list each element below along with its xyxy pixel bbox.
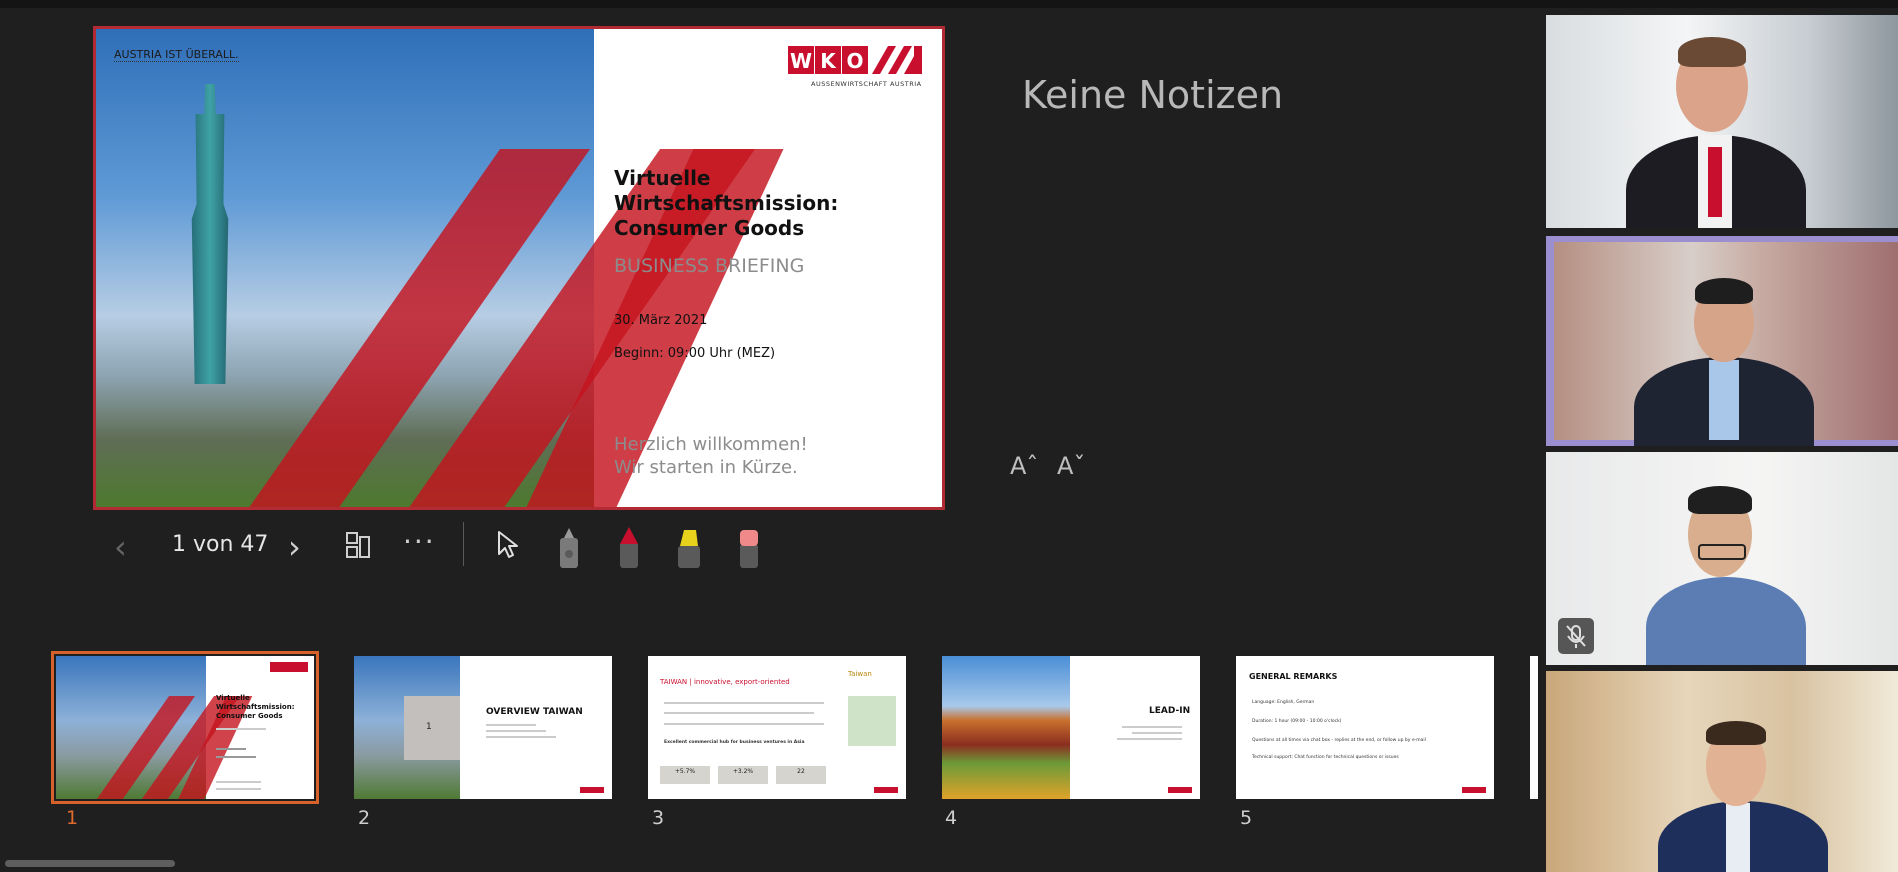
thumbnail-scrollbar[interactable] xyxy=(5,860,175,867)
thumbnail-item: Language: English, German xyxy=(1252,700,1315,705)
slide-title: Virtuelle Wirtschaftsmission: Consumer G… xyxy=(614,166,934,241)
muted-microphone-icon xyxy=(1558,618,1594,654)
notes-title: Keine Notizen xyxy=(1022,73,1284,117)
thumbnail-number: 4 xyxy=(945,807,958,829)
thumbnail-item: Questions at all times via chat box - re… xyxy=(1252,738,1426,743)
taipei-101-tower xyxy=(191,84,229,384)
svg-text:O: O xyxy=(846,49,863,73)
participant-video-3[interactable] xyxy=(1546,452,1898,665)
current-slide: AUSTRIA IST ÜBERALL. W K O AUSSENWIRTSCH… xyxy=(93,26,945,510)
thumbnail-box-number: 1 xyxy=(426,722,432,732)
more-options-icon[interactable]: ··· xyxy=(403,525,436,558)
laser-pointer-icon[interactable] xyxy=(554,526,584,570)
participant-video-2-active-speaker[interactable] xyxy=(1546,236,1898,446)
thumbnail-number: 2 xyxy=(358,807,371,829)
slide-thumbnail-1[interactable]: Virtuelle Wirtschaftsmission: Consumer G… xyxy=(51,651,319,804)
thumbnail-title: Virtuelle Wirtschaftsmission: Consumer G… xyxy=(216,694,295,720)
slide-photo-taipei xyxy=(96,29,784,507)
slide-welcome-text: Herzlich willkommen! Wir starten in Kürz… xyxy=(614,434,808,478)
slide-start-time: Beginn: 09:00 Uhr (MEZ) xyxy=(614,346,776,361)
thumbnail-stat: +3.2% xyxy=(718,766,768,784)
participant-video-1[interactable] xyxy=(1546,15,1898,228)
thumbnail-item: Duration: 1 hour (09:00 - 10:00 o'clock) xyxy=(1252,719,1342,724)
pen-tool-icon[interactable] xyxy=(614,526,644,570)
window-top-bar xyxy=(0,0,1898,8)
previous-slide-button[interactable]: ‹ xyxy=(114,528,127,566)
pointer-tool-icon[interactable] xyxy=(496,530,520,560)
slide-thumbnail-2[interactable]: 1 OVERVIEW TAIWAN xyxy=(354,656,612,799)
thumbnail-taiwan-logo: Taiwan xyxy=(848,670,872,678)
svg-text:K: K xyxy=(820,49,837,73)
thumbnail-number: 5 xyxy=(1240,807,1253,829)
wko-logo: W K O xyxy=(788,46,922,74)
eraser-tool-icon[interactable] xyxy=(734,526,764,570)
slide-title-line: Consumer Goods xyxy=(614,216,805,240)
participant-video-4[interactable] xyxy=(1546,671,1898,872)
slide-thumbnail-6-partial[interactable] xyxy=(1530,656,1538,799)
next-slide-button[interactable]: › xyxy=(288,528,301,566)
decrease-font-button[interactable]: Aˇ xyxy=(1057,452,1085,480)
slide-overview-icon[interactable] xyxy=(345,531,371,559)
slide-subtitle: BUSINESS BRIEFING xyxy=(614,255,805,277)
toolbar-divider xyxy=(463,522,464,566)
thumbnail-title: OVERVIEW TAIWAN xyxy=(486,707,583,717)
slide-tagline: AUSTRIA IST ÜBERALL. xyxy=(114,48,239,62)
thumbnail-title: TAIWAN | innovative, export-oriented xyxy=(660,678,790,686)
slide-thumbnail-5[interactable]: GENERAL REMARKS Language: English, Germa… xyxy=(1236,656,1494,799)
thumbnail-highlight: Excellent commercial hub for business ve… xyxy=(664,740,805,745)
thumbnail-title: LEAD-IN xyxy=(1149,706,1191,716)
svg-text:W: W xyxy=(790,49,812,73)
thumbnail-number: 3 xyxy=(652,807,665,829)
slide-counter: 1 von 47 xyxy=(172,532,269,557)
thumbnail-number: 1 xyxy=(66,807,79,829)
slide-title-line: Virtuelle Wirtschaftsmission: xyxy=(614,166,839,215)
thumbnail-title: GENERAL REMARKS xyxy=(1249,672,1338,681)
increase-font-button[interactable]: Aˆ xyxy=(1010,452,1038,480)
thumbnail-stat: 22 xyxy=(776,766,826,784)
thumbnail-stat: +5.7% xyxy=(660,766,710,784)
highlighter-tool-icon[interactable] xyxy=(674,526,704,570)
slide-thumbnail-3[interactable]: TAIWAN | innovative, export-oriented Tai… xyxy=(648,656,906,799)
thumbnail-item: Technical support: Chat function for tec… xyxy=(1252,755,1399,760)
wko-logo-subtitle: AUSSENWIRTSCHAFT AUSTRIA xyxy=(811,80,922,88)
slide-thumbnail-4[interactable]: LEAD-IN xyxy=(942,656,1200,799)
slide-date: 30. März 2021 xyxy=(614,313,708,328)
